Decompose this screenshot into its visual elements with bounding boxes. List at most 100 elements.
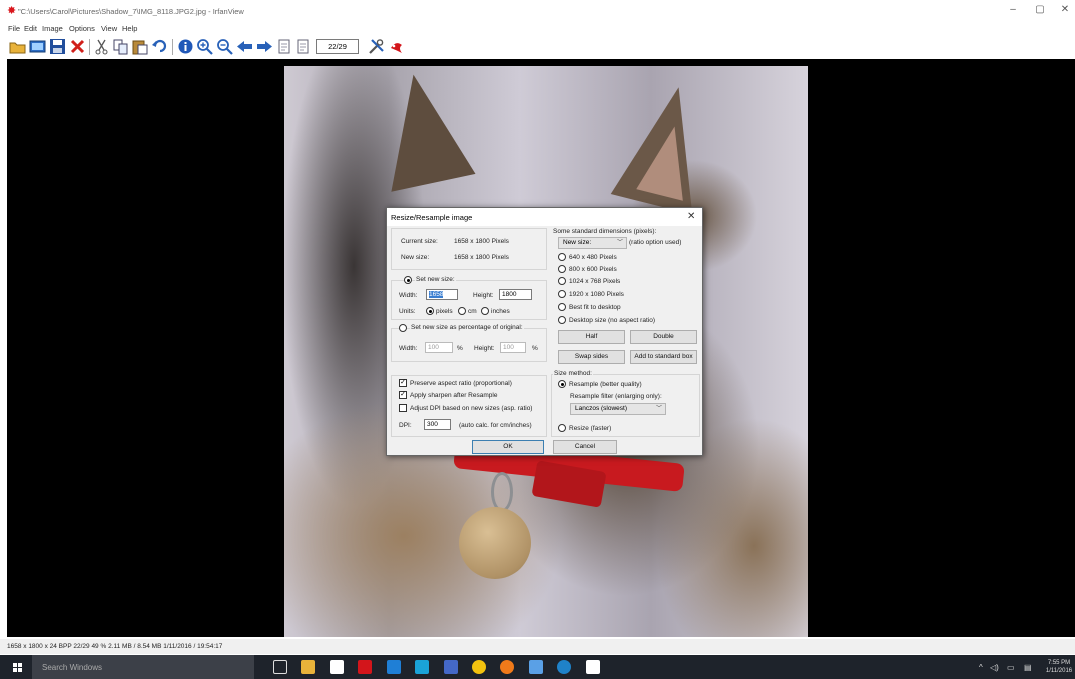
zoom-out-icon[interactable]	[216, 38, 233, 55]
std-option-radio[interactable]	[558, 277, 566, 285]
window-title-bar: ✸ "C:\Users\Carol\Pictures\Shadow_7\IMG_…	[0, 0, 1075, 22]
first-page-icon[interactable]	[276, 38, 293, 55]
dialog-close-button[interactable]: ✕	[687, 211, 695, 222]
task-view-icon[interactable]	[273, 660, 287, 674]
show-hidden-icons-icon[interactable]: ^	[979, 663, 983, 672]
toolbar-separator	[172, 39, 173, 55]
previous-arrow-icon[interactable]	[236, 38, 253, 55]
menu-edit[interactable]: Edit	[24, 24, 37, 33]
cancel-button[interactable]: Cancel	[553, 440, 617, 454]
resample-radio[interactable]	[558, 380, 566, 388]
unit-cm-radio[interactable]	[458, 307, 466, 315]
pct-width-input[interactable]: 100	[425, 342, 453, 353]
taskbar-search-placeholder: Search Windows	[42, 663, 103, 672]
delete-icon[interactable]	[69, 38, 86, 55]
swap-sides-button[interactable]: Swap sides	[558, 350, 625, 364]
double-button[interactable]: Double	[630, 330, 697, 344]
grid-app-icon[interactable]	[444, 660, 458, 674]
clock[interactable]: 7:55 PM 1/11/2016	[1043, 659, 1075, 675]
notifications-icon[interactable]: ▤	[1024, 663, 1032, 672]
std-option-radio[interactable]	[558, 253, 566, 261]
menu-view[interactable]: View	[101, 24, 117, 33]
zoom-in-icon[interactable]	[196, 38, 213, 55]
close-button[interactable]: ✕	[1053, 4, 1075, 15]
unit-inches-radio[interactable]	[481, 307, 489, 315]
app-icon[interactable]	[415, 660, 429, 674]
start-button[interactable]	[0, 655, 32, 679]
cut-icon[interactable]	[93, 38, 110, 55]
std-option-label: 1024 x 768 Pixels	[569, 278, 621, 285]
std-option-label: 800 x 600 Pixels	[569, 266, 617, 273]
set-new-size-radio[interactable]	[404, 276, 412, 284]
calculator-icon[interactable]	[586, 660, 600, 674]
copy-icon[interactable]	[112, 38, 129, 55]
resize-faster-radio[interactable]	[558, 424, 566, 432]
network-icon[interactable]: ▭	[1007, 663, 1015, 672]
resample-filter-select[interactable]: Lanczos (slowest) ﹀	[570, 403, 666, 415]
slideshow-icon[interactable]	[29, 38, 46, 55]
resample-label: Resample (better quality)	[569, 381, 642, 388]
file-explorer-icon[interactable]	[301, 660, 315, 674]
unit-cm-label: cm	[468, 308, 477, 315]
apply-sharpen-checkbox[interactable]: ✓	[399, 391, 407, 399]
preserve-aspect-checkbox[interactable]: ✓	[399, 379, 407, 387]
menu-image[interactable]: Image	[42, 24, 63, 33]
std-option-label: 640 x 480 Pixels	[569, 254, 617, 261]
info-icon[interactable]	[177, 38, 194, 55]
std-option-radio[interactable]	[558, 265, 566, 273]
std-option-label: Best fit to desktop	[569, 304, 621, 311]
std-dims-label: Some standard dimensions (pixels):	[553, 228, 657, 235]
adjust-dpi-checkbox[interactable]	[399, 404, 407, 412]
menu-help[interactable]: Help	[122, 24, 137, 33]
settings-tools-icon[interactable]	[368, 38, 385, 55]
ok-button[interactable]: OK	[472, 440, 544, 454]
std-option-radio[interactable]	[558, 303, 566, 311]
irfanview-logo-icon[interactable]	[388, 38, 405, 55]
volume-icon[interactable]: ◁)	[990, 663, 999, 672]
maximize-button[interactable]: ▢	[1028, 4, 1052, 15]
set-percentage-radio[interactable]	[399, 324, 407, 332]
set-new-size-label: Set new size:	[415, 276, 456, 283]
clock-date: 1/11/2016	[1045, 668, 1073, 674]
size-info-group	[391, 228, 547, 270]
height-input[interactable]: 1800	[499, 289, 532, 300]
pct-height-input[interactable]: 100	[500, 342, 526, 353]
store-icon[interactable]	[330, 660, 344, 674]
taskbar-search-box[interactable]: Search Windows	[32, 655, 254, 679]
adjust-dpi-label: Adjust DPI based on new sizes (asp. rati…	[410, 405, 533, 412]
toolbar: 22/29	[0, 35, 1075, 59]
irfanview-app-icon: ✸	[7, 5, 17, 17]
page-counter[interactable]: 22/29	[316, 39, 359, 54]
dialog-title: Resize/Resample image	[391, 213, 473, 222]
half-button[interactable]: Half	[558, 330, 625, 344]
std-size-select[interactable]: New size: ﹀	[558, 237, 627, 249]
browser-icon[interactable]	[557, 660, 571, 674]
save-icon[interactable]	[49, 38, 66, 55]
paste-icon[interactable]	[131, 38, 148, 55]
pct-width-unit: %	[457, 345, 463, 352]
std-ratio-hint: (ratio option used)	[629, 239, 682, 246]
chrome-icon[interactable]	[472, 660, 486, 674]
next-arrow-icon[interactable]	[256, 38, 273, 55]
menu-bar: File Edit Image Options View Help	[0, 22, 1075, 34]
add-to-standard-button[interactable]: Add to standard box	[630, 350, 697, 364]
irfanview-taskbar-icon[interactable]	[358, 660, 372, 674]
dpi-input[interactable]: 300	[424, 419, 451, 430]
firefox-icon[interactable]	[500, 660, 514, 674]
window-title: "C:\Users\Carol\Pictures\Shadow_7\IMG_81…	[18, 7, 244, 16]
resample-filter-label: Resample filter (enlarging only):	[570, 393, 662, 400]
unit-pixels-radio[interactable]	[426, 307, 434, 315]
clock-time: 7:55 PM	[1047, 660, 1071, 666]
set-percentage-label: Set new size as percentage of original:	[410, 324, 524, 331]
open-folder-icon[interactable]	[9, 38, 26, 55]
menu-file[interactable]: File	[8, 24, 20, 33]
photos-icon[interactable]	[529, 660, 543, 674]
last-page-icon[interactable]	[295, 38, 312, 55]
std-option-radio[interactable]	[558, 290, 566, 298]
undo-icon[interactable]	[151, 38, 168, 55]
media-player-icon[interactable]	[387, 660, 401, 674]
minimize-button[interactable]: –	[1001, 4, 1025, 15]
width-input[interactable]: 1658	[426, 289, 458, 300]
std-option-radio[interactable]	[558, 316, 566, 324]
menu-options[interactable]: Options	[69, 24, 95, 33]
